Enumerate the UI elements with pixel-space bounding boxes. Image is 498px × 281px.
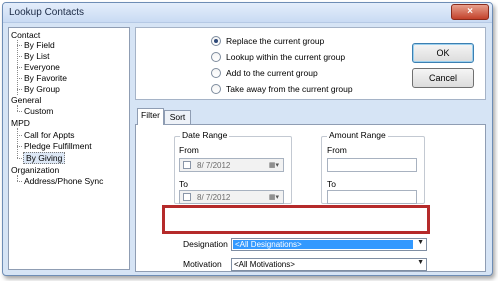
tree-connector — [17, 146, 22, 147]
tree-group-contact[interactable]: Contact — [11, 30, 40, 40]
calendar-icon[interactable]: ▦▾ — [269, 161, 279, 169]
tree-item-by-list[interactable]: By List — [24, 51, 50, 61]
amount-from-field[interactable] — [327, 158, 417, 172]
date-range-title: Date Range — [180, 130, 230, 140]
ok-button[interactable]: OK — [412, 43, 474, 63]
tree-group-general[interactable]: General — [11, 95, 41, 105]
date-from-picker[interactable]: 8/ 7/2012 ▦▾ — [179, 158, 284, 172]
date-from-value: 8/ 7/2012 — [197, 160, 231, 170]
tree-item-address-phone-sync[interactable]: Address/Phone Sync — [24, 176, 103, 186]
designation-highlight-box — [162, 205, 430, 234]
tab-sort[interactable]: Sort — [164, 110, 191, 125]
motivation-label: Motivation — [183, 259, 222, 269]
tree-item-pledge-fulfillment[interactable]: Pledge Fulfillment — [24, 141, 92, 151]
radio-label: Add to the current group — [226, 68, 318, 78]
radio-button[interactable] — [211, 36, 221, 46]
date-to-checkbox[interactable] — [183, 193, 191, 201]
date-from-checkbox[interactable] — [183, 161, 191, 169]
radio-label: Lookup within the current group — [226, 52, 346, 62]
window-title: Lookup Contacts — [9, 7, 85, 18]
amount-to-label: To — [327, 179, 336, 189]
amount-range-group: Amount Range From To — [321, 130, 425, 204]
lookup-contacts-dialog: Lookup Contacts × Contact By Field By Li… — [2, 2, 493, 276]
tree-item-everyone[interactable]: Everyone — [24, 62, 60, 72]
radio-label: Replace the current group — [226, 36, 325, 46]
designation-dropdown[interactable]: <All Designations> ▼ — [231, 238, 427, 251]
radio-button[interactable] — [211, 68, 221, 78]
radio-button[interactable] — [211, 52, 221, 62]
calendar-icon[interactable]: ▦▾ — [269, 193, 279, 201]
tab-filter[interactable]: Filter — [137, 108, 164, 125]
radio-replace-group[interactable]: Replace the current group — [211, 36, 324, 46]
tree-connector — [17, 111, 22, 112]
dialog-body: Contact By Field By List Everyone By Fav… — [8, 25, 488, 273]
tree-item-by-field[interactable]: By Field — [24, 40, 55, 50]
tree-group-organization[interactable]: Organization — [11, 165, 59, 175]
designation-label: Designation — [183, 239, 228, 249]
amount-to-field[interactable] — [327, 190, 417, 204]
tree-connector — [17, 56, 22, 57]
tree-connector — [17, 135, 22, 136]
tree-item-by-group[interactable]: By Group — [24, 84, 60, 94]
tree-group-mpd[interactable]: MPD — [11, 118, 30, 128]
amount-from-label: From — [327, 145, 347, 155]
amount-range-title: Amount Range — [327, 130, 388, 140]
lookup-options-panel: Replace the current group Lookup within … — [135, 27, 486, 100]
radio-lookup-within-group[interactable]: Lookup within the current group — [211, 52, 345, 62]
tree-item-by-giving[interactable]: By Giving — [23, 152, 66, 164]
tree-connector — [17, 128, 18, 158]
tree-connector — [17, 158, 22, 159]
tree-connector — [17, 181, 22, 182]
chevron-down-icon[interactable]: ▼ — [417, 259, 424, 266]
date-to-value: 8/ 7/2012 — [197, 192, 231, 202]
motivation-selected-value: <All Motivations> — [234, 260, 295, 269]
tree-item-custom[interactable]: Custom — [24, 106, 53, 116]
date-to-picker[interactable]: 8/ 7/2012 ▦▾ — [179, 190, 284, 204]
close-button[interactable]: × — [451, 4, 489, 20]
radio-button[interactable] — [211, 84, 221, 94]
radio-label: Take away from the current group — [226, 84, 353, 94]
close-icon: × — [467, 6, 473, 17]
designation-selected-value: <All Designations> — [233, 240, 413, 249]
title-bar: Lookup Contacts × — [3, 3, 492, 23]
tree-item-by-favorite[interactable]: By Favorite — [24, 73, 67, 83]
tree-connector — [17, 67, 22, 68]
tree-connector — [17, 89, 22, 90]
date-to-label: To — [179, 179, 188, 189]
motivation-dropdown[interactable]: <All Motivations> ▼ — [231, 258, 427, 271]
date-range-group: Date Range From 8/ 7/2012 ▦▾ To 8/ 7/201… — [174, 130, 292, 204]
cancel-button[interactable]: Cancel — [412, 68, 474, 88]
radio-add-to-group[interactable]: Add to the current group — [211, 68, 318, 78]
date-from-label: From — [179, 145, 199, 155]
lookup-type-tree[interactable]: Contact By Field By List Everyone By Fav… — [8, 27, 130, 270]
chevron-down-icon[interactable]: ▼ — [417, 239, 424, 246]
radio-take-away-from-group[interactable]: Take away from the current group — [211, 84, 353, 94]
tree-connector — [17, 45, 22, 46]
tree-connector — [17, 78, 22, 79]
tree-item-call-for-appts[interactable]: Call for Appts — [24, 130, 75, 140]
filter-tab-pane: Date Range From 8/ 7/2012 ▦▾ To 8/ 7/201… — [135, 124, 486, 272]
